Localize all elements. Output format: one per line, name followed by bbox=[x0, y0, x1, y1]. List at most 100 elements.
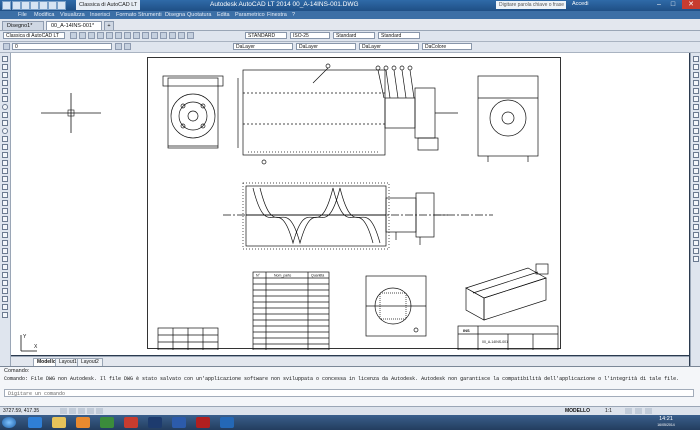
tolerance-icon[interactable] bbox=[693, 136, 699, 142]
rotate-icon[interactable] bbox=[2, 248, 8, 254]
color-combo[interactable]: DaLayer bbox=[233, 43, 293, 50]
menu-dimension[interactable]: Quotatura bbox=[187, 11, 211, 19]
dimension-angular-icon[interactable] bbox=[693, 104, 699, 110]
circle-icon[interactable] bbox=[2, 104, 8, 110]
menu-draw[interactable]: Disegna bbox=[165, 11, 185, 19]
jogged-linear-icon[interactable] bbox=[693, 160, 699, 166]
mirror-icon[interactable] bbox=[2, 216, 8, 222]
command-input[interactable]: Digitare un comando bbox=[4, 389, 694, 397]
workspace-switch-icon[interactable] bbox=[625, 408, 632, 414]
break-icon[interactable] bbox=[2, 288, 8, 294]
workspace-combo[interactable]: Classica di AutoCAD LT bbox=[3, 32, 65, 39]
maximize-icon[interactable]: □ bbox=[666, 0, 680, 9]
make-block-icon[interactable] bbox=[2, 144, 8, 150]
distance-icon[interactable] bbox=[693, 208, 699, 214]
zoom-extents-icon[interactable] bbox=[693, 232, 699, 238]
continue-icon[interactable] bbox=[693, 128, 699, 134]
internet-explorer-icon[interactable] bbox=[28, 417, 42, 428]
menu-format[interactable]: Formato bbox=[116, 11, 136, 19]
explode-icon[interactable] bbox=[2, 312, 8, 318]
table-icon[interactable] bbox=[2, 184, 8, 190]
dimension-ordinate-icon[interactable] bbox=[693, 80, 699, 86]
dimension-linear-icon[interactable] bbox=[693, 56, 699, 62]
copy-icon[interactable] bbox=[115, 32, 122, 39]
array-icon[interactable] bbox=[2, 232, 8, 238]
outlook-icon[interactable] bbox=[220, 417, 234, 428]
pan-realtime-icon[interactable] bbox=[693, 240, 699, 246]
dimension-edit-icon[interactable] bbox=[693, 168, 699, 174]
grid-toggle-icon[interactable] bbox=[69, 408, 76, 414]
pan-icon[interactable] bbox=[151, 32, 158, 39]
autocad-taskbar-icon[interactable] bbox=[124, 417, 138, 428]
area-icon[interactable] bbox=[693, 216, 699, 222]
media-player-icon[interactable] bbox=[76, 417, 90, 428]
construction-line-icon[interactable] bbox=[2, 64, 8, 70]
undo-icon[interactable] bbox=[133, 32, 140, 39]
text-style-combo[interactable]: STANDARD bbox=[245, 32, 287, 39]
paste-icon[interactable] bbox=[124, 32, 131, 39]
layer-icon[interactable] bbox=[693, 192, 699, 198]
ellipse-icon[interactable] bbox=[2, 128, 8, 134]
properties-icon[interactable] bbox=[169, 32, 176, 39]
tab-disegno1[interactable]: Disegno1* bbox=[2, 21, 44, 30]
menu-parametric[interactable]: Parametrico bbox=[235, 11, 265, 19]
copy-object-icon[interactable] bbox=[2, 208, 8, 214]
fillet-icon[interactable] bbox=[2, 304, 8, 310]
print-icon[interactable] bbox=[39, 1, 48, 10]
dimension-radius-icon[interactable] bbox=[693, 88, 699, 94]
lineweight-combo[interactable]: DaLayer bbox=[359, 43, 419, 50]
menu-help[interactable]: ? bbox=[292, 11, 295, 19]
dimension-aligned-icon[interactable] bbox=[693, 64, 699, 70]
extend-icon[interactable] bbox=[2, 280, 8, 286]
minimize-icon[interactable]: – bbox=[652, 0, 666, 9]
annotation-scale[interactable]: 1:1 bbox=[605, 408, 612, 415]
multileader-style-combo[interactable]: Standard bbox=[378, 32, 420, 39]
mtext-icon[interactable] bbox=[2, 192, 8, 198]
line-icon[interactable] bbox=[2, 56, 8, 62]
revision-cloud-icon[interactable] bbox=[2, 112, 8, 118]
redo-icon[interactable] bbox=[57, 1, 66, 10]
osnap-toggle-icon[interactable] bbox=[96, 408, 103, 414]
dim-style-combo[interactable]: ISO-25 bbox=[290, 32, 330, 39]
menu-tools[interactable]: Strumenti bbox=[138, 11, 162, 19]
menu-file[interactable]: File bbox=[18, 11, 27, 19]
open-icon[interactable] bbox=[21, 1, 30, 10]
stretch-icon[interactable] bbox=[2, 264, 8, 270]
orbit-icon[interactable] bbox=[693, 248, 699, 254]
settings-icon[interactable] bbox=[645, 408, 652, 414]
new-icon[interactable] bbox=[12, 1, 21, 10]
plotstyle-combo[interactable]: DaColore bbox=[422, 43, 472, 50]
start-button-icon[interactable] bbox=[2, 417, 16, 428]
new-tab-icon[interactable]: + bbox=[104, 21, 114, 30]
autocad-logo-icon[interactable] bbox=[2, 1, 11, 10]
workspace-selector[interactable]: Classica di AutoCAD LT bbox=[76, 0, 140, 10]
model-space-toggle[interactable]: MODELLO bbox=[565, 408, 590, 415]
save-icon[interactable] bbox=[30, 1, 39, 10]
cut-icon[interactable] bbox=[106, 32, 113, 39]
design-center-icon[interactable] bbox=[178, 32, 185, 39]
tab-active-drawing[interactable]: 00_A-14INS-001* bbox=[46, 21, 102, 30]
system-clock[interactable]: 14:21 16/05/2014 bbox=[650, 416, 682, 428]
snap-toggle-icon[interactable] bbox=[60, 408, 67, 414]
print-icon[interactable] bbox=[97, 32, 104, 39]
file-explorer-icon[interactable] bbox=[52, 417, 66, 428]
ortho-toggle-icon[interactable] bbox=[78, 408, 85, 414]
quick-dimension-icon[interactable] bbox=[693, 112, 699, 118]
table-style-combo[interactable]: Standard bbox=[333, 32, 375, 39]
menu-insert[interactable]: Inserisci bbox=[90, 11, 110, 19]
region-icon[interactable] bbox=[2, 176, 8, 182]
dimension-diameter-icon[interactable] bbox=[693, 96, 699, 102]
hatch-icon[interactable] bbox=[2, 160, 8, 166]
photoshop-icon[interactable] bbox=[148, 417, 162, 428]
drawing-canvas[interactable]: N° Nom_parte Quantità INS 00_A-14INS-001… bbox=[11, 53, 689, 355]
chamfer-icon[interactable] bbox=[2, 296, 8, 302]
inspection-icon[interactable] bbox=[693, 152, 699, 158]
undo-icon[interactable] bbox=[48, 1, 57, 10]
match-properties-icon[interactable] bbox=[693, 200, 699, 206]
word-icon[interactable] bbox=[172, 417, 186, 428]
open-icon[interactable] bbox=[79, 32, 86, 39]
zoom-icon[interactable] bbox=[160, 32, 167, 39]
polygon-icon[interactable] bbox=[2, 80, 8, 86]
rectangle-icon[interactable] bbox=[2, 88, 8, 94]
layer-properties-icon[interactable] bbox=[3, 43, 10, 50]
